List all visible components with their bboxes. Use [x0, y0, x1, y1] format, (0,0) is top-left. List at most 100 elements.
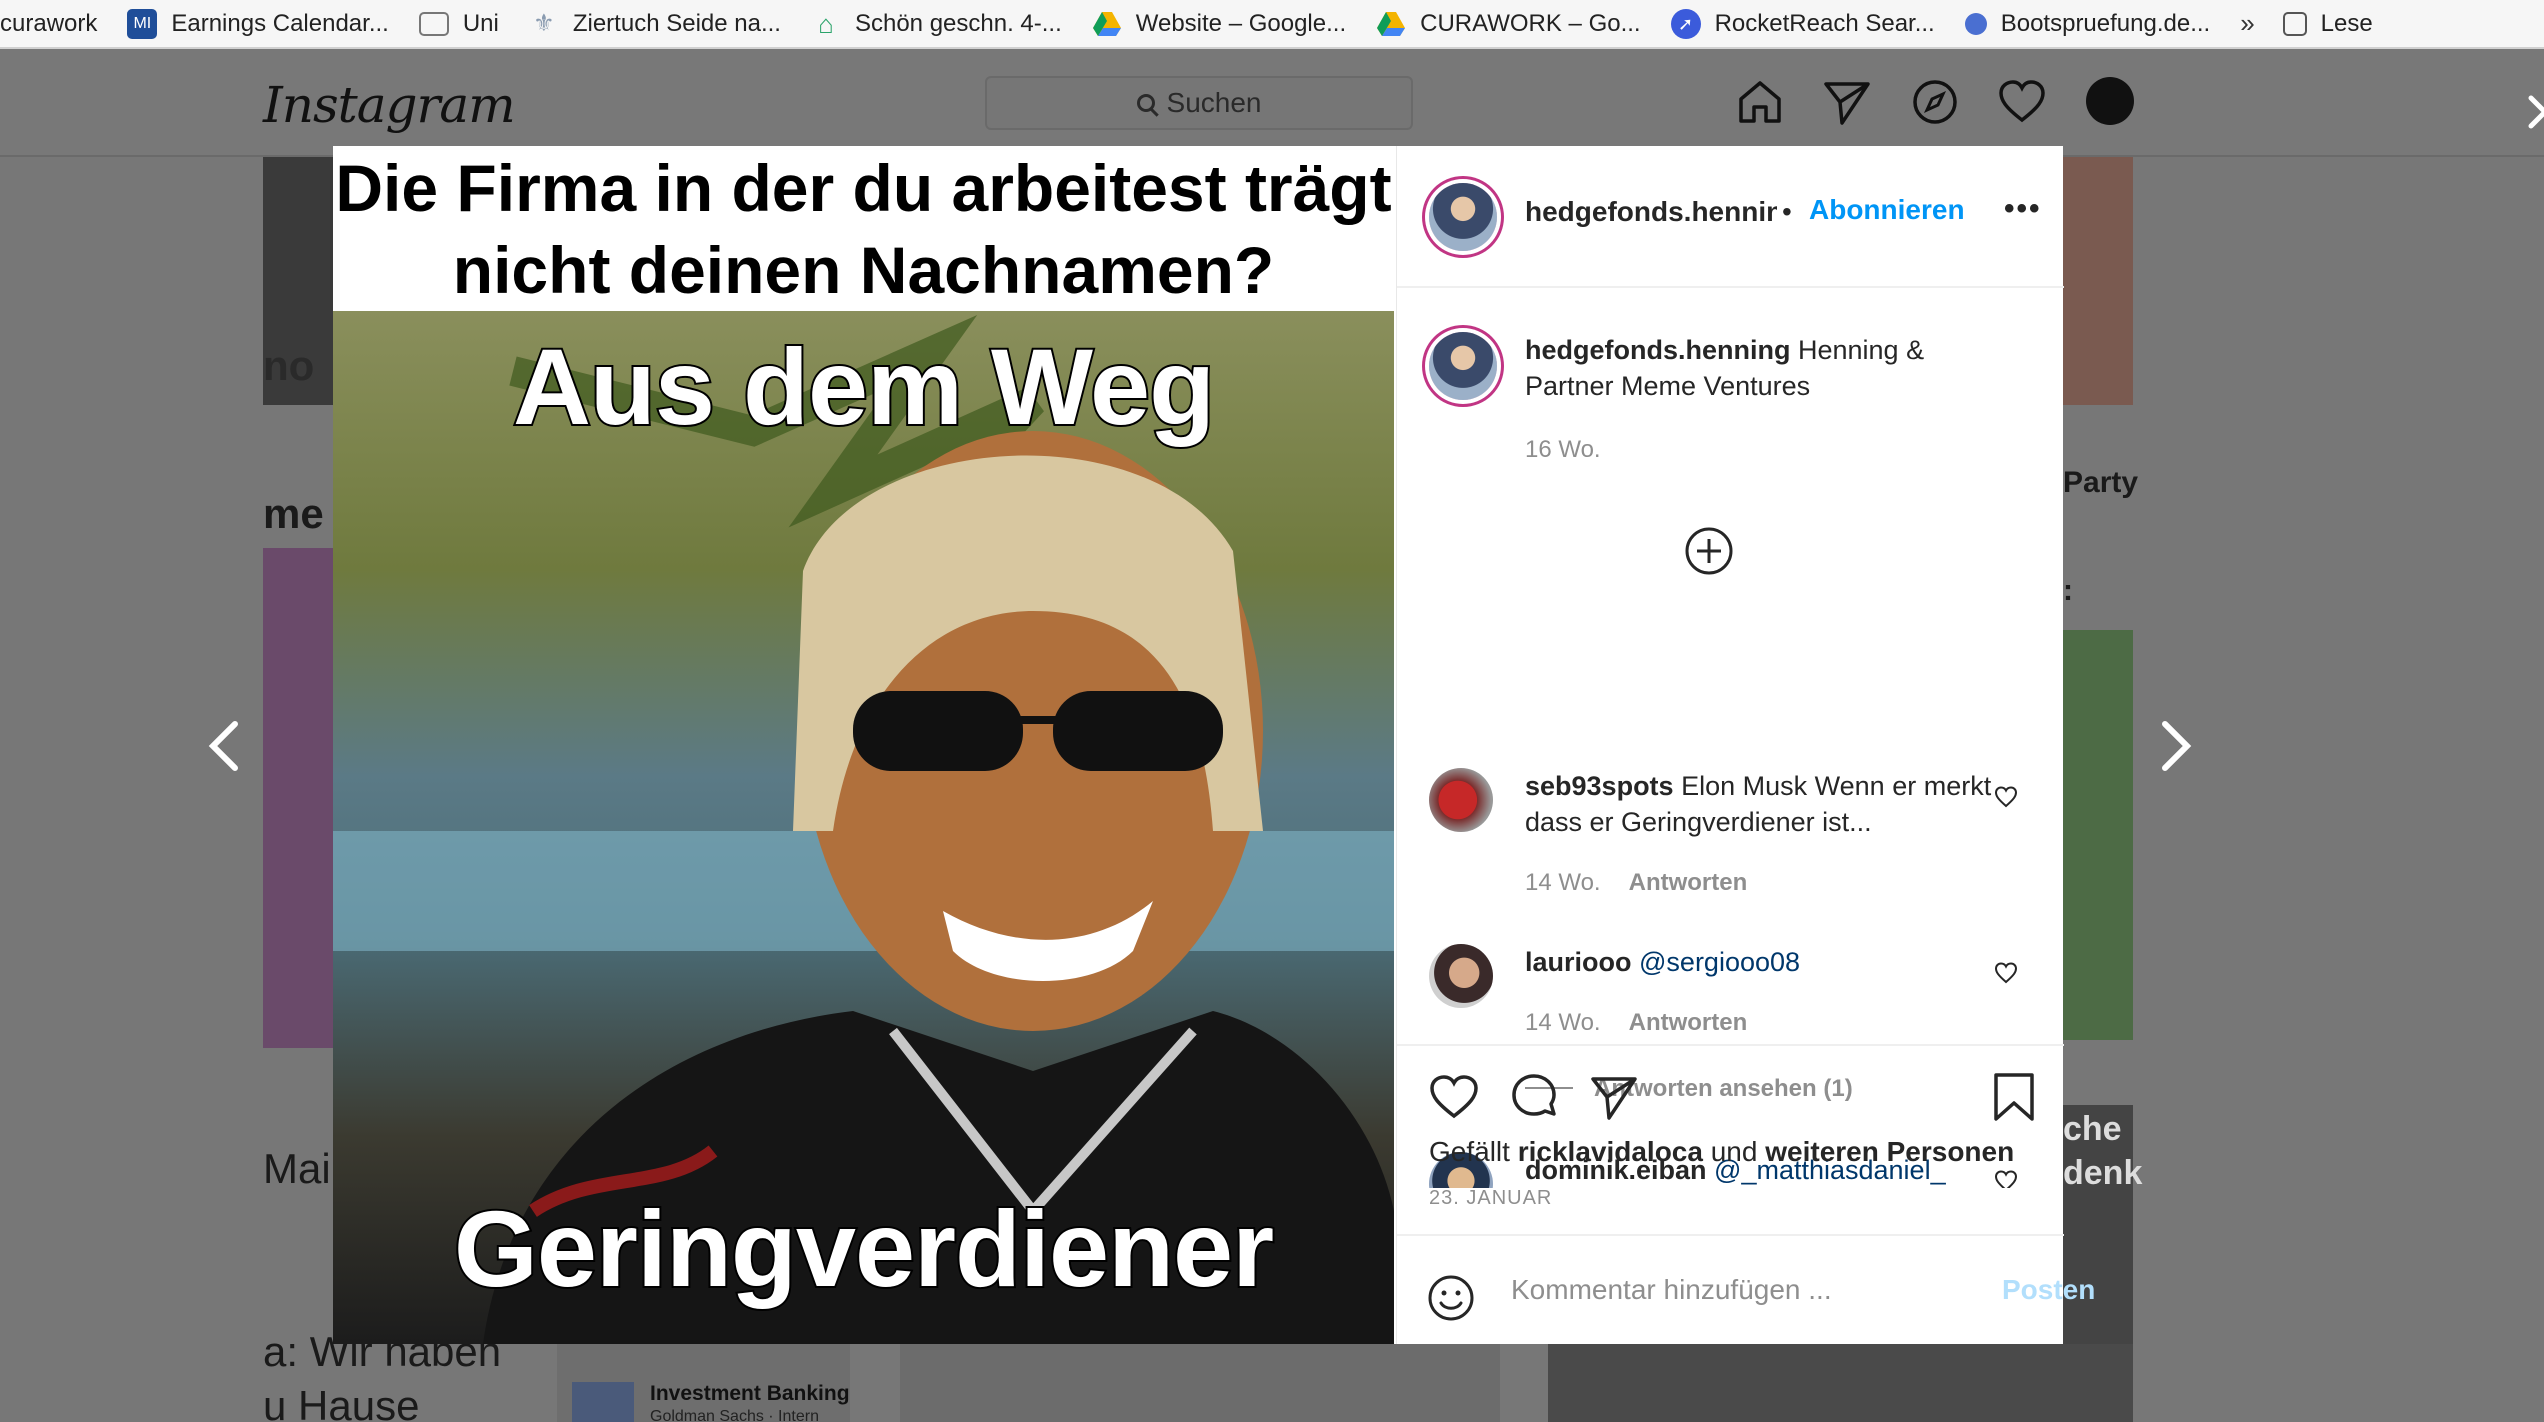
author-avatar[interactable] [1429, 332, 1497, 400]
bookmark-label: Uni [462, 9, 499, 37]
goldman-logo [572, 1382, 634, 1422]
feed-text: Mai [263, 1145, 331, 1192]
add-comment-bar: Posten [1397, 1234, 2095, 1346]
comment-username[interactable]: seb93spots [1525, 771, 1674, 801]
feed-text: me [263, 490, 324, 537]
comment-time: 14 Wo. [1525, 1009, 1601, 1036]
commenter-avatar[interactable] [1429, 944, 1493, 1008]
bookmark-label: RocketReach Sear... [1714, 9, 1935, 37]
meme-top-text: Die Firma in der du arbeitest trägt nich… [335, 150, 1392, 307]
liked-by-others[interactable]: weiteren Personen [1765, 1136, 2014, 1167]
post-header: hedgefonds.henning • Abonnieren ••• [1397, 146, 2064, 288]
close-icon[interactable] [2525, 92, 2544, 132]
like-comment-heart-icon[interactable] [1993, 960, 2019, 986]
feed-ad-card[interactable]: Investment Banking Goldman Sachs · Inter… [557, 1340, 850, 1422]
like-comment-heart-icon[interactable] [1993, 784, 2019, 810]
commenter-avatar[interactable] [1429, 768, 1493, 832]
bookmark-rocketreach[interactable]: ➚ RocketReach Sear... [1670, 8, 1935, 39]
google-drive-icon [1092, 9, 1122, 39]
bookmark-label: curawork [0, 9, 98, 37]
likes-prefix: Gefällt [1429, 1136, 1510, 1167]
reading-list-label: Lese [2320, 9, 2373, 37]
next-post-arrow-icon[interactable] [2155, 720, 2195, 772]
comment-meta: 14 Wo. Antworten [1525, 1009, 1747, 1037]
feed-text: : [2063, 574, 2073, 607]
feed-thumbnail [2063, 630, 2133, 1040]
previous-post-arrow-icon[interactable] [205, 720, 245, 772]
feed-text: denk [2063, 1154, 2143, 1192]
bookmark-label: Ziertuch Seide na... [572, 9, 781, 37]
activity-heart-icon[interactable] [1995, 75, 2049, 129]
profile-avatar[interactable] [2086, 77, 2134, 125]
emoji-smiley-icon[interactable] [1427, 1274, 1475, 1322]
bookmark-schoen[interactable]: ⌂ Schön geschn. 4-... [811, 9, 1062, 39]
follow-button[interactable]: Abonnieren [1809, 194, 1965, 226]
feed-thumbnail [2063, 157, 2133, 405]
bookmark-label: Schön geschn. 4-... [854, 9, 1062, 37]
description-time: 16 Wo. [1525, 436, 1601, 463]
comment-mention[interactable]: @sergiooo08 [1639, 947, 1800, 977]
author-username[interactable]: hedgefonds.henning [1525, 196, 1777, 228]
post-modal: Die Firma in der du arbeitest trägt nich… [333, 146, 2095, 1346]
comment-time: 14 Wo. [1525, 869, 1601, 896]
reading-list-button[interactable]: Lese [2282, 9, 2373, 38]
likes-summary: Gefällt ricklavidaloca und weiteren Pers… [1429, 1136, 2014, 1168]
bookmarks-bar: curawork MI Earnings Calendar... Uni ⚜ Zie… [0, 0, 2544, 49]
bookmark-label: Website – Google... [1135, 9, 1347, 37]
search-placeholder: Suchen [1166, 87, 1262, 118]
bookmarks-overflow-button[interactable]: » [2240, 8, 2254, 39]
author-avatar[interactable] [1429, 183, 1497, 251]
explore-compass-icon[interactable] [1908, 75, 1962, 129]
post-image[interactable]: Die Firma in der du arbeitest trägt nich… [333, 146, 1394, 1344]
likes-and: und [1710, 1136, 1758, 1167]
post-comment-button[interactable]: Posten [2002, 1274, 2095, 1306]
search-icon [1136, 94, 1155, 112]
comment-text: seb93spots Elon Musk Wenn er merkt dass … [1525, 768, 1995, 840]
reading-list-icon [2282, 11, 2307, 36]
comment-bubble-icon[interactable] [1507, 1070, 1561, 1124]
bookmark-label: Earnings Calendar... [171, 9, 389, 37]
bookmark-curawork[interactable]: curawork [0, 10, 97, 38]
boat-icon [1964, 12, 1987, 35]
reply-button[interactable]: Antworten [1629, 869, 1748, 896]
feed-ad-title: Investment Banking [650, 1382, 850, 1405]
feed-thumbnail [1548, 1344, 2133, 1422]
folder-icon [418, 11, 449, 36]
rocket-icon: ➚ [1670, 8, 1701, 39]
instagram-logo[interactable]: Instagram [263, 76, 516, 134]
share-paper-plane-icon[interactable] [1587, 1070, 1641, 1124]
post-actions: Gefällt ricklavidaloca und weiteren Pers… [1397, 1044, 2095, 1346]
more-options-icon[interactable]: ••• [2004, 194, 2042, 224]
bookmark-ziertuch[interactable]: ⚜ Ziertuch Seide na... [529, 9, 781, 39]
meme-caption-bottom: Geringverdiener [452, 1186, 1276, 1311]
comment-meta: 14 Wo. Antworten [1525, 869, 1747, 897]
google-drive-icon [1376, 9, 1406, 39]
reply-button[interactable]: Antworten [1629, 1009, 1748, 1036]
bookmark-earnings-calendar[interactable]: MI Earnings Calendar... [127, 8, 389, 39]
bookmark-bootspruefung[interactable]: Bootspruefung.de... [1964, 9, 2211, 38]
bookmark-website-google[interactable]: Website – Google... [1092, 9, 1346, 39]
home-icon[interactable] [1733, 75, 1787, 129]
bookmark-label: CURAWORK – Go... [1420, 9, 1641, 37]
house-icon: ⌂ [818, 8, 834, 39]
description-username[interactable]: hedgefonds.henning [1525, 335, 1790, 365]
meme-top-text-area: Die Firma in der du arbeitest trägt nich… [333, 146, 1394, 311]
bookmark-curawork-google[interactable]: CURAWORK – Go... [1376, 9, 1641, 39]
direct-messages-icon[interactable] [1820, 75, 1874, 129]
feed-text: che [2063, 1110, 2122, 1148]
comment-username[interactable]: lauriooo [1525, 947, 1632, 977]
bookmark-uni[interactable]: Uni [418, 9, 499, 38]
save-bookmark-icon[interactable] [1987, 1070, 2041, 1124]
feed-text: u Hause [263, 1382, 420, 1422]
comment-input[interactable] [1511, 1274, 1871, 1306]
separator-dot: • [1782, 196, 1792, 227]
like-heart-icon[interactable] [1427, 1070, 1481, 1124]
feed-ad-subtitle: Goldman Sachs · Intern [650, 1408, 819, 1422]
load-more-comments-icon[interactable] [1684, 526, 1734, 576]
search-box[interactable]: Suchen [985, 76, 1413, 130]
instagram-header: Instagram Suchen [0, 49, 2544, 157]
liked-by-user[interactable]: ricklavidaloca [1518, 1136, 1703, 1167]
post-date[interactable]: 23. JANUAR [1429, 1187, 1552, 1210]
feed-text: no [263, 342, 315, 389]
bookmark-label: Bootspruefung.de... [2000, 9, 2211, 37]
